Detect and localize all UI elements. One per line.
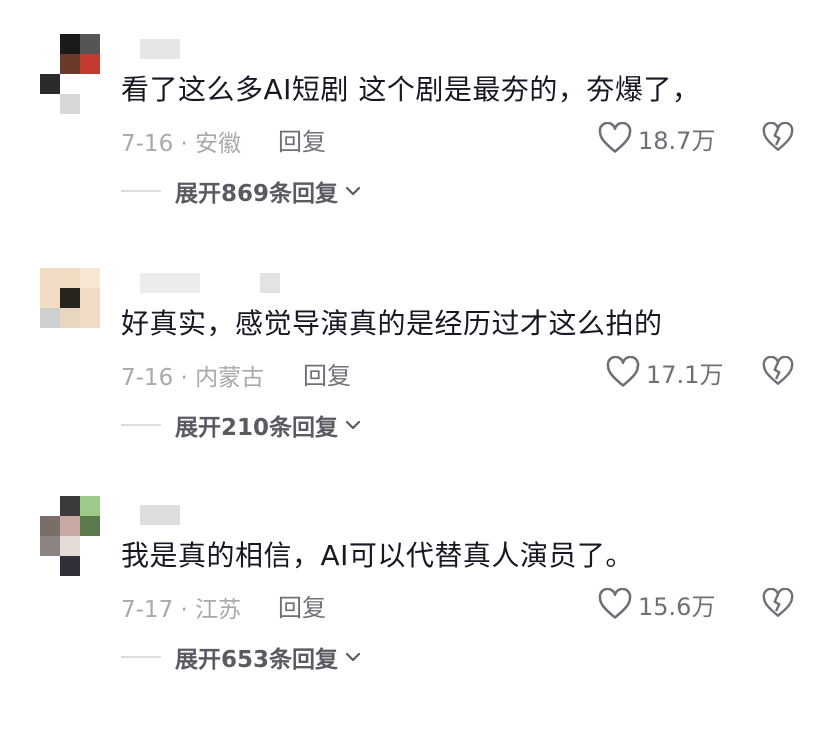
dislike-button[interactable] [762,587,794,622]
chevron-down-icon [345,186,361,196]
divider-line [121,190,161,192]
reply-button[interactable]: 回复 [303,356,351,391]
expand-replies-label: 展开869条回复 [175,181,339,207]
expand-replies-button[interactable]: 展开653条回复 [121,640,362,674]
comment-text: 看了这么多AI短剧 这个剧是最夯的，夯爆了， [121,73,701,106]
like-count: 15.6万 [638,592,716,621]
avatar[interactable] [40,34,120,114]
dislike-button[interactable] [762,121,794,156]
broken-heart-icon [762,355,794,385]
comment-meta: 7-16 · 安徽 [121,131,242,157]
expand-replies-button[interactable]: 展开210条回复 [121,408,362,442]
expand-replies-label: 展开210条回复 [175,415,339,441]
like-button[interactable]: 18.7万 [598,120,715,156]
avatar[interactable] [40,268,120,348]
broken-heart-icon [762,121,794,151]
chevron-down-icon [345,652,361,662]
heart-outline-icon [598,122,632,153]
comment-text: 好真实，感觉导演真的是经历过才这么拍的 [121,307,663,340]
broken-heart-icon [762,587,794,617]
like-button[interactable]: 17.1万 [606,354,723,390]
dislike-button[interactable] [762,355,794,390]
comment-item: 我是真的相信，AI可以代替真人演员了。 7-17 · 江苏 回复 15.6万 展… [0,496,828,732]
reply-button[interactable]: 回复 [278,588,326,623]
expand-replies-label: 展开653条回复 [175,647,339,673]
comment-text: 我是真的相信，AI可以代替真人演员了。 [121,539,634,572]
like-count: 18.7万 [638,126,716,155]
divider-line [121,424,161,426]
heart-outline-icon [598,588,632,619]
comment-item: 好真实，感觉导演真的是经历过才这么拍的 7-16 · 内蒙古 回复 17.1万 … [0,268,828,500]
divider-line [121,656,161,658]
comment-item: 看了这么多AI短剧 这个剧是最夯的，夯爆了， 7-16 · 安徽 回复 18.7… [0,34,828,266]
heart-outline-icon [606,356,640,387]
comment-meta: 7-17 · 江苏 [121,597,242,623]
expand-replies-button[interactable]: 展开869条回复 [121,174,362,208]
reply-button[interactable]: 回复 [278,122,326,157]
like-button[interactable]: 15.6万 [598,586,715,622]
like-count: 17.1万 [646,360,724,389]
comment-meta: 7-16 · 内蒙古 [121,365,265,391]
avatar[interactable] [40,496,120,576]
chevron-down-icon [345,420,361,430]
